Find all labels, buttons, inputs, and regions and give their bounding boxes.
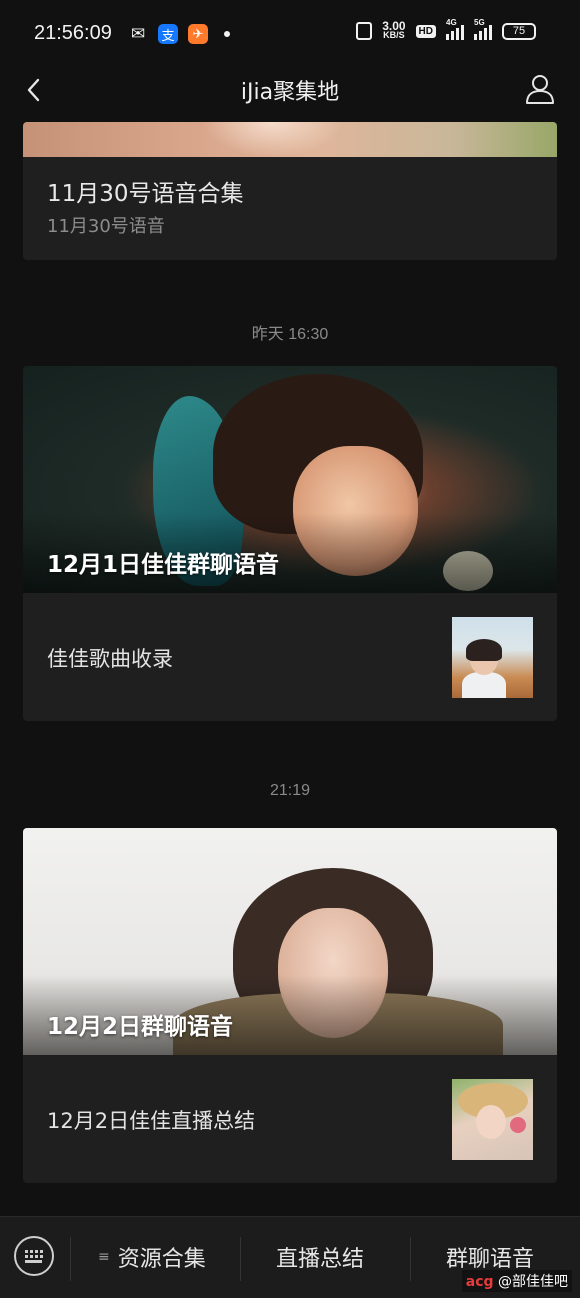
sub-article-item[interactable]: 12月2日佳佳直播总结 — [23, 1055, 557, 1183]
chat-header: iJia聚集地 — [0, 68, 580, 114]
article-card-dec2: 12月2日群聊语音 12月2日佳佳直播总结 — [23, 828, 557, 1183]
notification-icons: ✉ 支 ✈ — [128, 24, 230, 44]
article-card-nov30[interactable]: 11月30号语音合集 11月30号语音 — [23, 122, 557, 260]
article-subtitle: 11月30号语音 — [47, 216, 165, 237]
signal-5g-label: 5G — [474, 18, 485, 27]
sub-article-title: 佳佳歌曲收录 — [47, 647, 173, 671]
signal-5g-icon: 5G — [474, 18, 492, 40]
watermark-text: @部佳佳吧 — [498, 1274, 568, 1290]
menu-item-label: 资源合集 — [117, 1247, 206, 1272]
menu-item-label: 直播总结 — [276, 1247, 365, 1272]
network-speed: 3.00 KB/S — [382, 20, 405, 40]
user-icon[interactable] — [524, 72, 556, 106]
sub-article-thumbnail — [452, 1079, 533, 1160]
status-bar: 21:56:09 ✉ 支 ✈ 3.00 KB/S HD 4G 5G 75 — [0, 0, 580, 68]
menu-divider — [410, 1237, 411, 1281]
hd-badge: HD — [415, 24, 436, 38]
message-timestamp: 昨天 16:30 — [251, 326, 329, 343]
article-cover-image[interactable]: 12月2日群聊语音 — [23, 828, 557, 1055]
sub-article-title: 12月2日佳佳直播总结 — [47, 1109, 256, 1133]
vibrate-icon — [356, 22, 373, 40]
app-notification-icon: ✈ — [188, 24, 208, 44]
status-time: 21:56:09 — [34, 22, 112, 44]
article-cover-image — [23, 122, 557, 157]
wechat-icon: ✉ — [130, 24, 146, 44]
article-cover-image[interactable]: 12月1日佳佳群聊语音 — [23, 366, 557, 593]
article-cover-title: 12月1日佳佳群聊语音 — [47, 552, 280, 578]
menu-item-label: 群聊语音 — [446, 1247, 535, 1272]
article-cover-title: 12月2日群聊语音 — [47, 1014, 234, 1040]
network-speed-unit: KB/S — [383, 30, 405, 40]
page-title: iJia聚集地 — [240, 80, 340, 105]
menu-divider — [240, 1237, 241, 1281]
menu-lines-icon: ≡ — [98, 1249, 110, 1265]
menu-item-live-summary[interactable]: 直播总结 — [276, 1241, 364, 1273]
message-timestamp: 21:19 — [269, 782, 311, 799]
sub-article-item[interactable]: 佳佳歌曲收录 — [23, 593, 557, 721]
status-indicators: 3.00 KB/S HD 4G 5G 75 — [356, 18, 536, 40]
article-card-dec1: 12月1日佳佳群聊语音 佳佳歌曲收录 — [23, 366, 557, 721]
sub-article-thumbnail — [452, 617, 533, 698]
battery-icon: 75 — [502, 22, 536, 40]
menu-divider — [70, 1237, 71, 1281]
article-title: 11月30号语音合集 — [47, 181, 244, 207]
keyboard-icon[interactable] — [14, 1236, 54, 1276]
watermark-prefix: acg — [465, 1274, 494, 1290]
alipay-icon: 支 — [158, 24, 178, 44]
watermark: acg @部佳佳吧 — [461, 1270, 572, 1292]
more-notifications-dot — [224, 31, 230, 37]
menu-item-group-voice[interactable]: 群聊语音 — [446, 1241, 534, 1273]
signal-4g-icon: 4G — [446, 18, 464, 40]
menu-item-resources[interactable]: ≡ 资源合集 — [98, 1241, 206, 1273]
signal-4g-label: 4G — [446, 18, 457, 27]
